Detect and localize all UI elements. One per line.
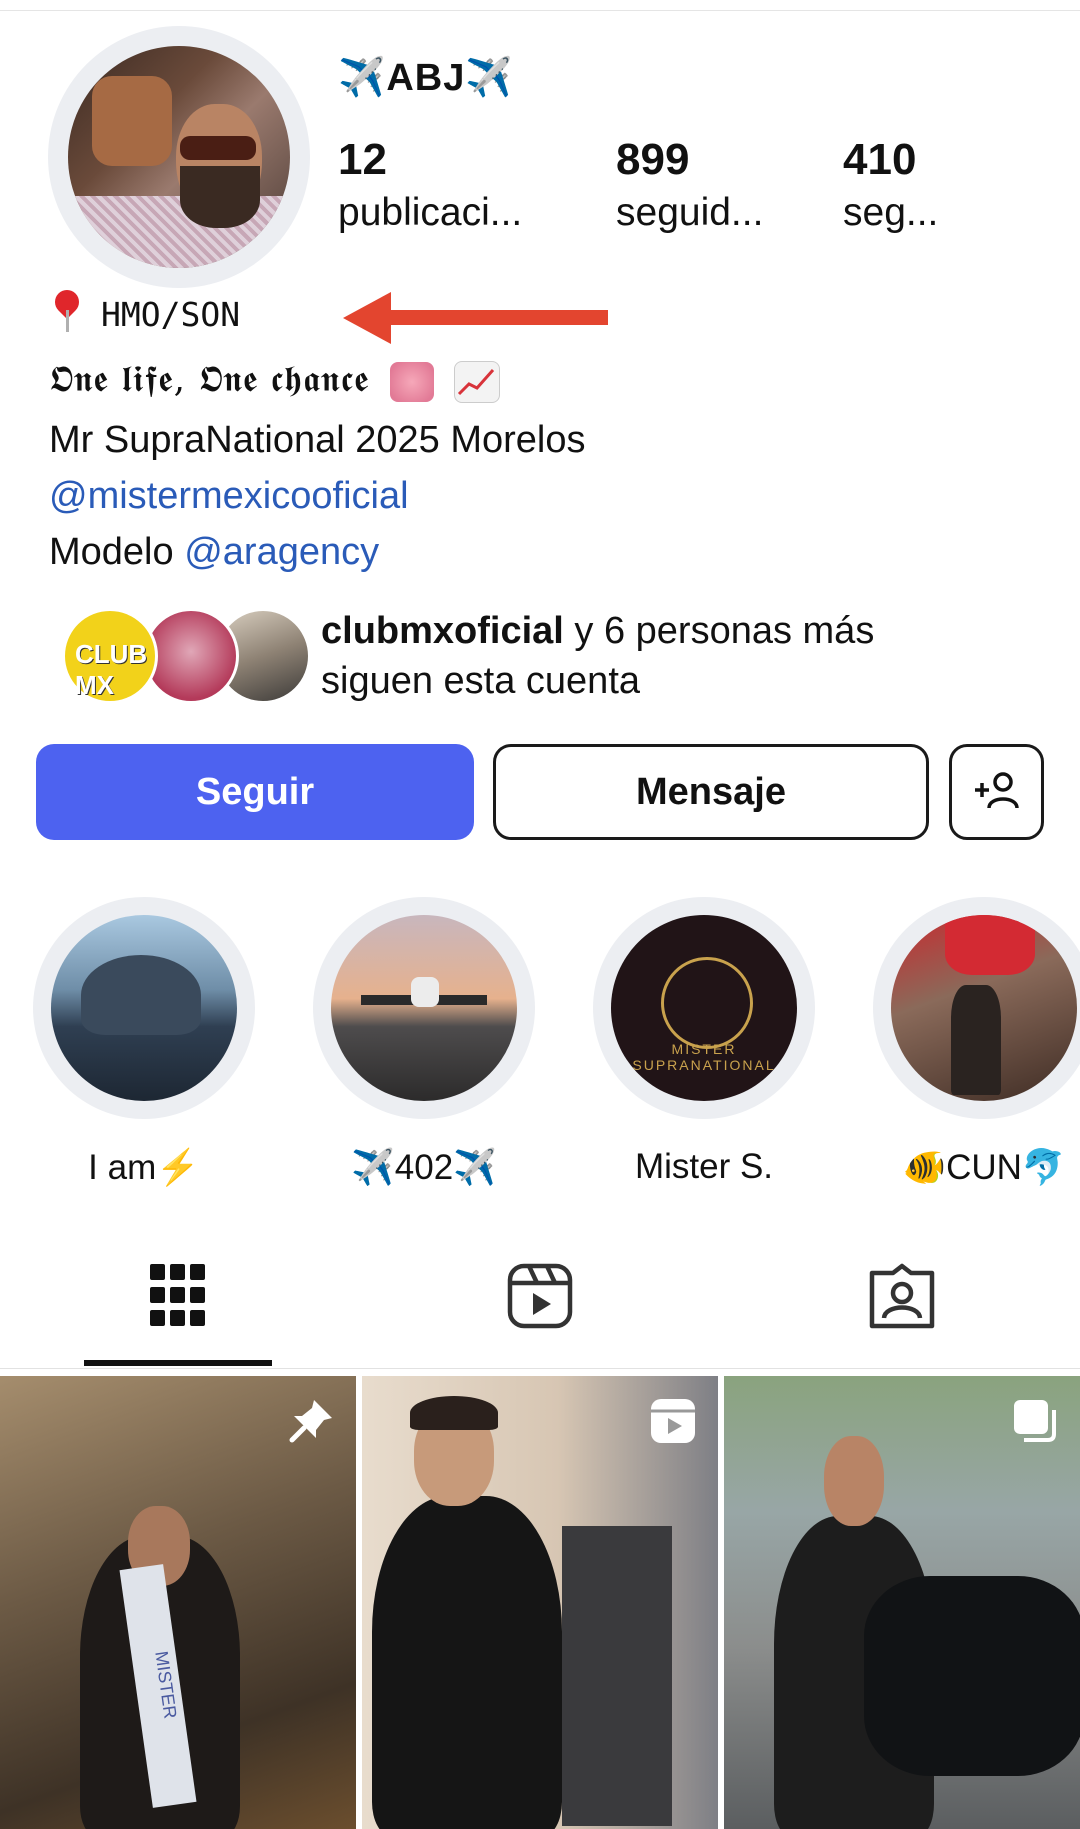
- highlight-cun[interactable]: 🐠CUN🐬: [873, 897, 1080, 1188]
- carousel-icon: [1014, 1400, 1056, 1442]
- tab-posts-grid[interactable]: [84, 1256, 272, 1336]
- highlight-label: I am⚡: [88, 1148, 200, 1187]
- tab-reels[interactable]: [446, 1256, 634, 1336]
- bio-line-1: 𝕺𝖓𝖊 𝖑𝖎𝖋𝖊, 𝕺𝖓𝖊 𝖈𝖍𝖆𝖓𝖈𝖊: [49, 358, 501, 403]
- highlight-402[interactable]: ✈️402✈️: [313, 897, 535, 1188]
- stat-following[interactable]: 410 seg...: [843, 136, 938, 242]
- follow-button[interactable]: Seguir: [36, 744, 474, 840]
- stat-followers-label: seguid...: [616, 191, 764, 234]
- active-tab-indicator: [84, 1360, 272, 1366]
- bio-line-2: Mr SupraNational 2025 Morelos: [49, 419, 586, 461]
- suggested-accounts-button[interactable]: [949, 744, 1044, 840]
- post-thumbnail-1[interactable]: MISTER: [0, 1376, 356, 1829]
- profile-username: ✈️ABJ✈️: [338, 57, 514, 99]
- message-button[interactable]: Mensaje: [493, 744, 929, 840]
- highlight-image: MISTER SUPRANATIONAL: [611, 915, 797, 1101]
- annotation-arrow-line: [380, 310, 608, 325]
- highlight-i-am[interactable]: I am⚡: [33, 897, 255, 1188]
- reel-icon: [651, 1399, 695, 1443]
- stat-posts-label: publicaci...: [338, 191, 523, 234]
- post-thumbnail-3[interactable]: [724, 1376, 1080, 1829]
- followed-by-line2: siguen esta cuenta: [321, 660, 641, 702]
- highlight-mister-s[interactable]: MISTER SUPRANATIONAL Mister S.: [593, 897, 815, 1187]
- add-person-icon: [974, 772, 1019, 809]
- highlight-label: Mister S.: [634, 1147, 774, 1186]
- tagged-icon: [869, 1263, 935, 1329]
- stat-following-label: seg...: [843, 191, 939, 234]
- highlight-image: [331, 915, 517, 1101]
- location-text: HMO/SON: [101, 295, 241, 334]
- stat-posts[interactable]: 12 publicaci...: [338, 136, 522, 242]
- chart-increasing-emoji-icon: [454, 361, 501, 403]
- bio-model-prefix: Modelo: [49, 531, 185, 573]
- tab-divider: [0, 1368, 1080, 1369]
- follower-avatar-clubmx[interactable]: CLUB MX: [62, 608, 158, 704]
- followed-by-text[interactable]: clubmxoficial y 6 personas más siguen es…: [321, 606, 874, 706]
- highlight-label: 🐠CUN🐬: [902, 1148, 1066, 1187]
- bio-line-4: Modelo @aragency: [49, 530, 379, 574]
- stat-posts-count: 12: [338, 135, 387, 184]
- location-pin-stem: [66, 310, 69, 332]
- post-thumbnail-2[interactable]: [362, 1376, 718, 1829]
- brain-emoji-icon: [389, 362, 434, 402]
- stat-followers[interactable]: 899 seguid...: [616, 136, 763, 242]
- highlight-image: [51, 915, 237, 1101]
- stat-following-count: 410: [843, 135, 917, 184]
- profile-avatar[interactable]: [48, 26, 310, 288]
- avatar-photo: [68, 46, 290, 268]
- clubmx-logo-text: CLUB MX: [75, 639, 148, 700]
- bio-mention-aragency[interactable]: @aragency: [184, 531, 379, 573]
- followed-by-account: clubmxoficial: [321, 610, 564, 652]
- bio-tagline: 𝕺𝖓𝖊 𝖑𝖎𝖋𝖊, 𝕺𝖓𝖊 𝖈𝖍𝖆𝖓𝖈𝖊: [49, 359, 370, 400]
- pin-icon: [289, 1400, 332, 1443]
- highlight-image: [891, 915, 1077, 1101]
- stat-followers-count: 899: [616, 135, 690, 184]
- bio-mention-mistermexico[interactable]: @mistermexicooficial: [49, 474, 409, 518]
- grid-icon: [150, 1264, 205, 1326]
- mister-globe-logo: [661, 957, 753, 1049]
- mister-logo-text: MISTER SUPRANATIONAL: [632, 1041, 776, 1073]
- highlight-label: ✈️402✈️: [351, 1148, 497, 1187]
- status-divider: [0, 0, 1080, 11]
- followed-by-rest: y 6 personas más: [563, 610, 875, 652]
- tab-tagged[interactable]: [808, 1256, 996, 1336]
- reels-icon: [507, 1263, 573, 1329]
